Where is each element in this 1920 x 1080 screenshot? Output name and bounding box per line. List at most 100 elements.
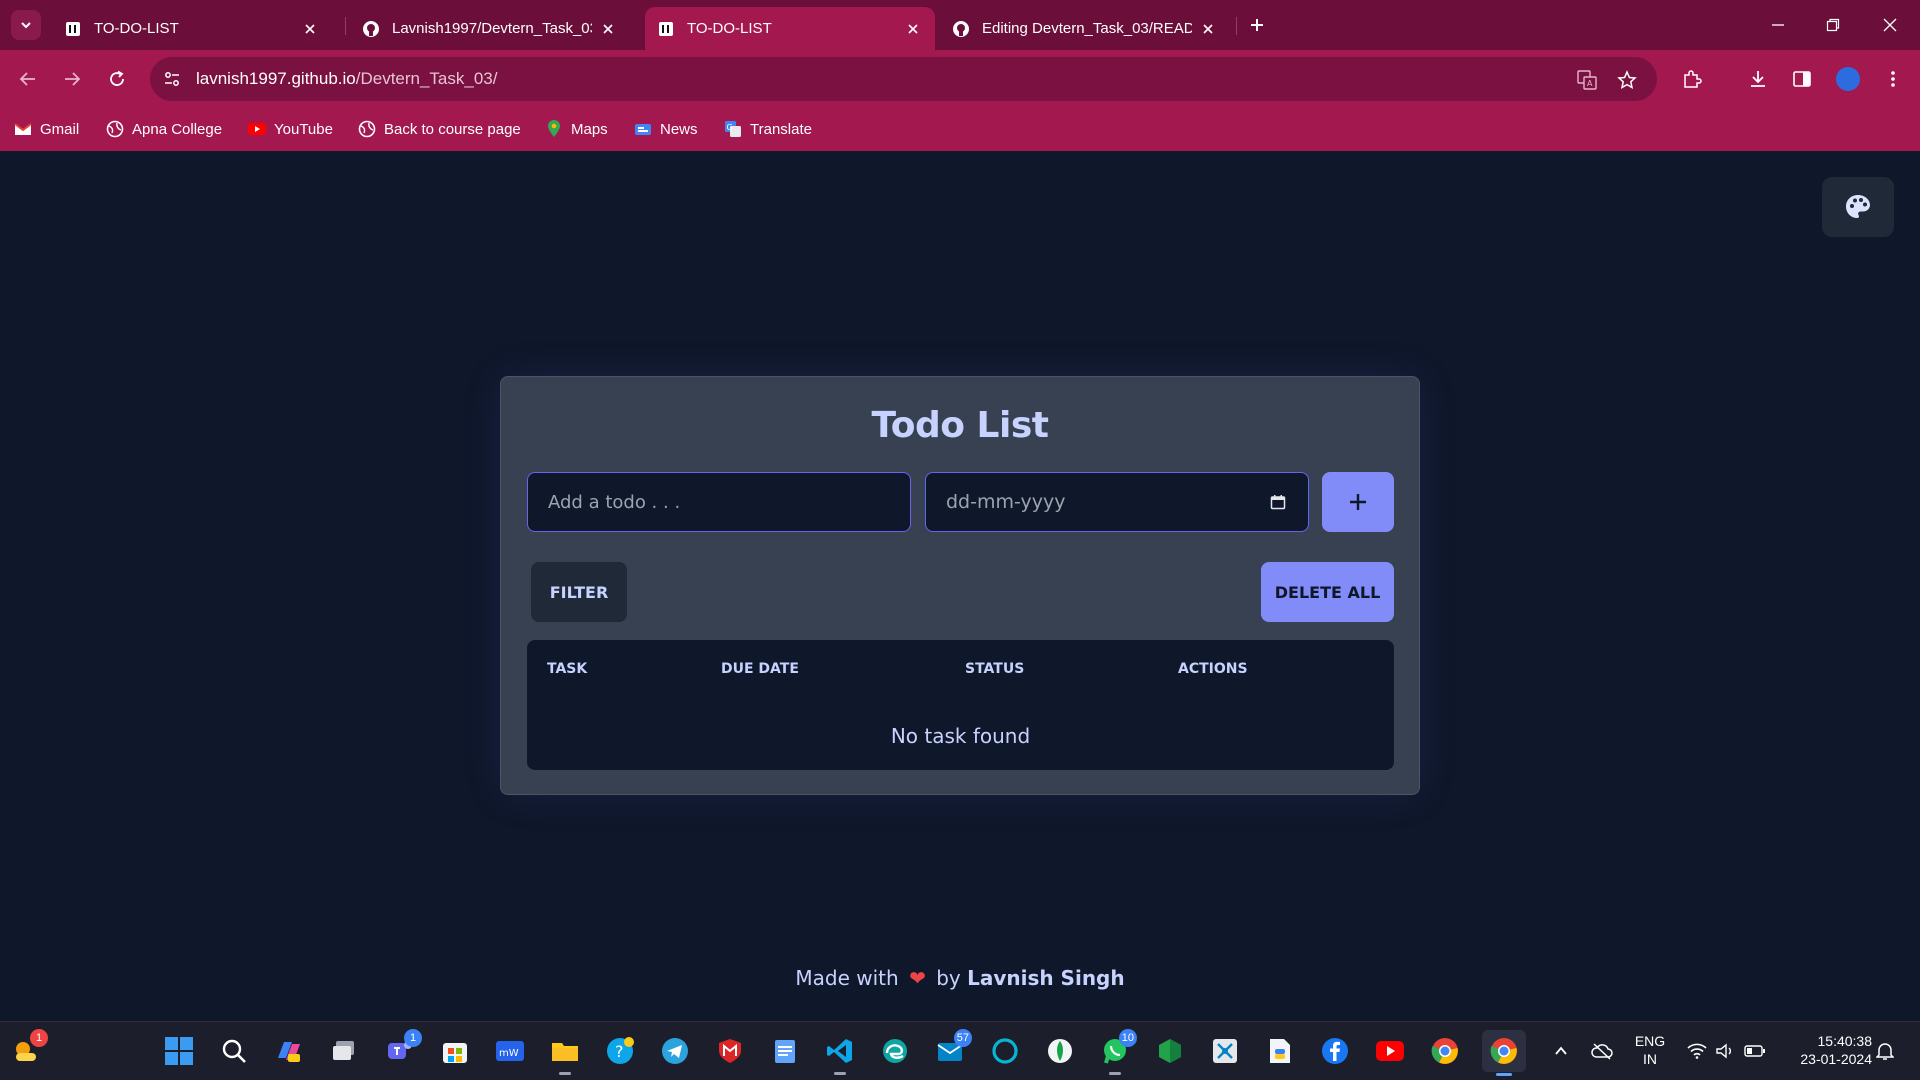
add-todo-button[interactable] (1322, 472, 1394, 532)
reload-button[interactable] (102, 64, 132, 94)
teams-badge: 1 (404, 1029, 422, 1047)
window-close-button[interactable] (1870, 10, 1910, 40)
taskbar-file-explorer[interactable] (549, 1035, 581, 1075)
youtube-icon (1376, 1041, 1404, 1061)
bookmark-label: Apna College (132, 120, 223, 138)
chrome-icon (1490, 1038, 1517, 1064)
taskbar-mcafee[interactable] (714, 1035, 746, 1067)
show-hidden-icons-button[interactable] (1548, 1036, 1574, 1066)
taskbar-chrome[interactable] (1429, 1035, 1461, 1067)
column-header-task: TASK (547, 661, 588, 677)
tab-search-button[interactable] (11, 10, 41, 40)
close-icon[interactable] (1198, 19, 1218, 39)
taskbar-vscode[interactable] (824, 1035, 856, 1075)
minimize-button[interactable] (1758, 10, 1798, 40)
start-button[interactable] (163, 1035, 195, 1067)
column-header-due-date: DUE DATE (721, 661, 799, 677)
close-icon[interactable] (903, 19, 923, 39)
taskbar-chrome-profile-active[interactable] (1482, 1030, 1526, 1076)
date-placeholder: dd-mm-yyyy (946, 491, 1066, 513)
empty-state-message: No task found (890, 724, 1031, 748)
language-indicator[interactable]: ENG IN (1628, 1032, 1672, 1068)
running-indicator (1109, 1072, 1121, 1075)
theme-toggle-button[interactable] (1822, 177, 1894, 237)
onedrive-status[interactable] (1589, 1036, 1615, 1066)
globe-icon (358, 120, 376, 138)
tab-separator (345, 17, 346, 35)
store-icon (443, 1043, 467, 1063)
taskbar-edge[interactable] (879, 1035, 911, 1067)
taskbar-notepad[interactable] (769, 1035, 801, 1067)
svg-text:G: G (727, 123, 733, 132)
bookmark-back-to-course[interactable]: Back to course page (358, 117, 521, 141)
column-header-actions: ACTIONS (1178, 661, 1248, 677)
bookmark-maps[interactable]: Maps (545, 117, 608, 141)
taskbar-snipping-tool[interactable] (1209, 1035, 1241, 1067)
system-clock[interactable]: 15:40:38 23-01-2024 (1780, 1032, 1872, 1068)
volume-status[interactable] (1712, 1036, 1738, 1066)
taskbar-youtube[interactable] (1374, 1035, 1406, 1067)
puzzle-icon (1684, 70, 1702, 88)
taskbar-telegram[interactable] (659, 1035, 691, 1067)
new-tab-button[interactable] (1244, 12, 1270, 38)
notifications-button[interactable] (1872, 1036, 1898, 1066)
browser-menu-button[interactable] (1878, 64, 1908, 94)
reload-icon (110, 70, 124, 86)
taskbar-task-view[interactable] (328, 1035, 360, 1067)
bookmark-apna-college[interactable]: Apna College (106, 117, 222, 141)
taskbar-teams[interactable]: 1 (384, 1029, 422, 1067)
todo-input[interactable] (527, 472, 911, 532)
github-icon (362, 20, 380, 38)
taskbar-get-help[interactable]: ? (604, 1035, 636, 1067)
close-icon[interactable] (598, 19, 618, 39)
due-date-input[interactable]: dd-mm-yyyy (925, 472, 1309, 532)
browser-tab-2[interactable]: Lavnish1997/Devtern_Task_03: T (350, 7, 630, 50)
palette-icon (1846, 195, 1870, 218)
taskbar-whatsapp[interactable]: 10 (1099, 1029, 1137, 1075)
taskbar-mywp[interactable]: mW (494, 1035, 526, 1067)
notepad-icon (775, 1040, 795, 1063)
taskbar-outlook[interactable]: 57 (934, 1029, 972, 1067)
side-panel-button[interactable] (1787, 64, 1817, 94)
site-settings-icon[interactable] (162, 69, 182, 89)
address-bar[interactable]: lavnish1997.github.io/Devtern_Task_03/ A (150, 57, 1657, 101)
close-icon[interactable] (300, 19, 320, 39)
svg-text:?: ? (615, 1042, 624, 1061)
search-button[interactable] (218, 1035, 250, 1067)
bookmark-news[interactable]: News (634, 117, 698, 141)
restore-button[interactable] (1813, 10, 1853, 40)
extensions-button[interactable] (1677, 64, 1707, 94)
battery-status[interactable] (1742, 1036, 1768, 1066)
notion-icon (64, 20, 82, 38)
bookmark-star-button[interactable] (1614, 67, 1640, 93)
bookmark-youtube[interactable]: YouTube (248, 117, 333, 141)
search-icon (222, 1039, 246, 1063)
bookmark-gmail[interactable]: Gmail (14, 117, 79, 141)
taskbar-copilot[interactable] (273, 1035, 305, 1067)
delete-all-button[interactable]: DELETE ALL (1261, 562, 1394, 622)
chevron-down-icon (21, 22, 31, 29)
filter-button[interactable]: FILTER (531, 562, 627, 622)
bookmark-label: News (660, 120, 698, 138)
browser-tab-1[interactable]: TO-DO-LIST (52, 7, 332, 50)
browser-tab-3-active[interactable]: TO-DO-LIST (645, 7, 935, 50)
forward-button[interactable] (57, 64, 87, 94)
weather-widget[interactable]: 1 (10, 1029, 48, 1067)
taskbar-microsoft-store[interactable] (439, 1035, 471, 1067)
calendar-icon[interactable] (1270, 494, 1286, 510)
taskbar-facebook[interactable] (1319, 1035, 1351, 1067)
back-button[interactable] (13, 64, 43, 94)
todo-card: Todo List dd-mm-yyyy FILTER DELETE ALL T… (500, 376, 1420, 795)
bookmark-translate[interactable]: G Translate (724, 117, 812, 141)
wifi-status[interactable] (1684, 1036, 1710, 1066)
taskbar-python-file[interactable] (1264, 1035, 1296, 1067)
translate-page-button[interactable]: A (1574, 67, 1600, 93)
profile-button[interactable] (1833, 64, 1863, 94)
heart-icon: ❤ (909, 966, 926, 990)
browser-tab-4[interactable]: Editing Devtern_Task_03/READM (940, 7, 1230, 50)
taskbar-mongodb-compass[interactable] (1044, 1035, 1076, 1067)
taskbar-cortana[interactable] (989, 1035, 1021, 1067)
taskbar-nodejs[interactable] (1154, 1035, 1186, 1067)
language-code: ENG (1634, 1033, 1666, 1049)
downloads-button[interactable] (1743, 64, 1773, 94)
